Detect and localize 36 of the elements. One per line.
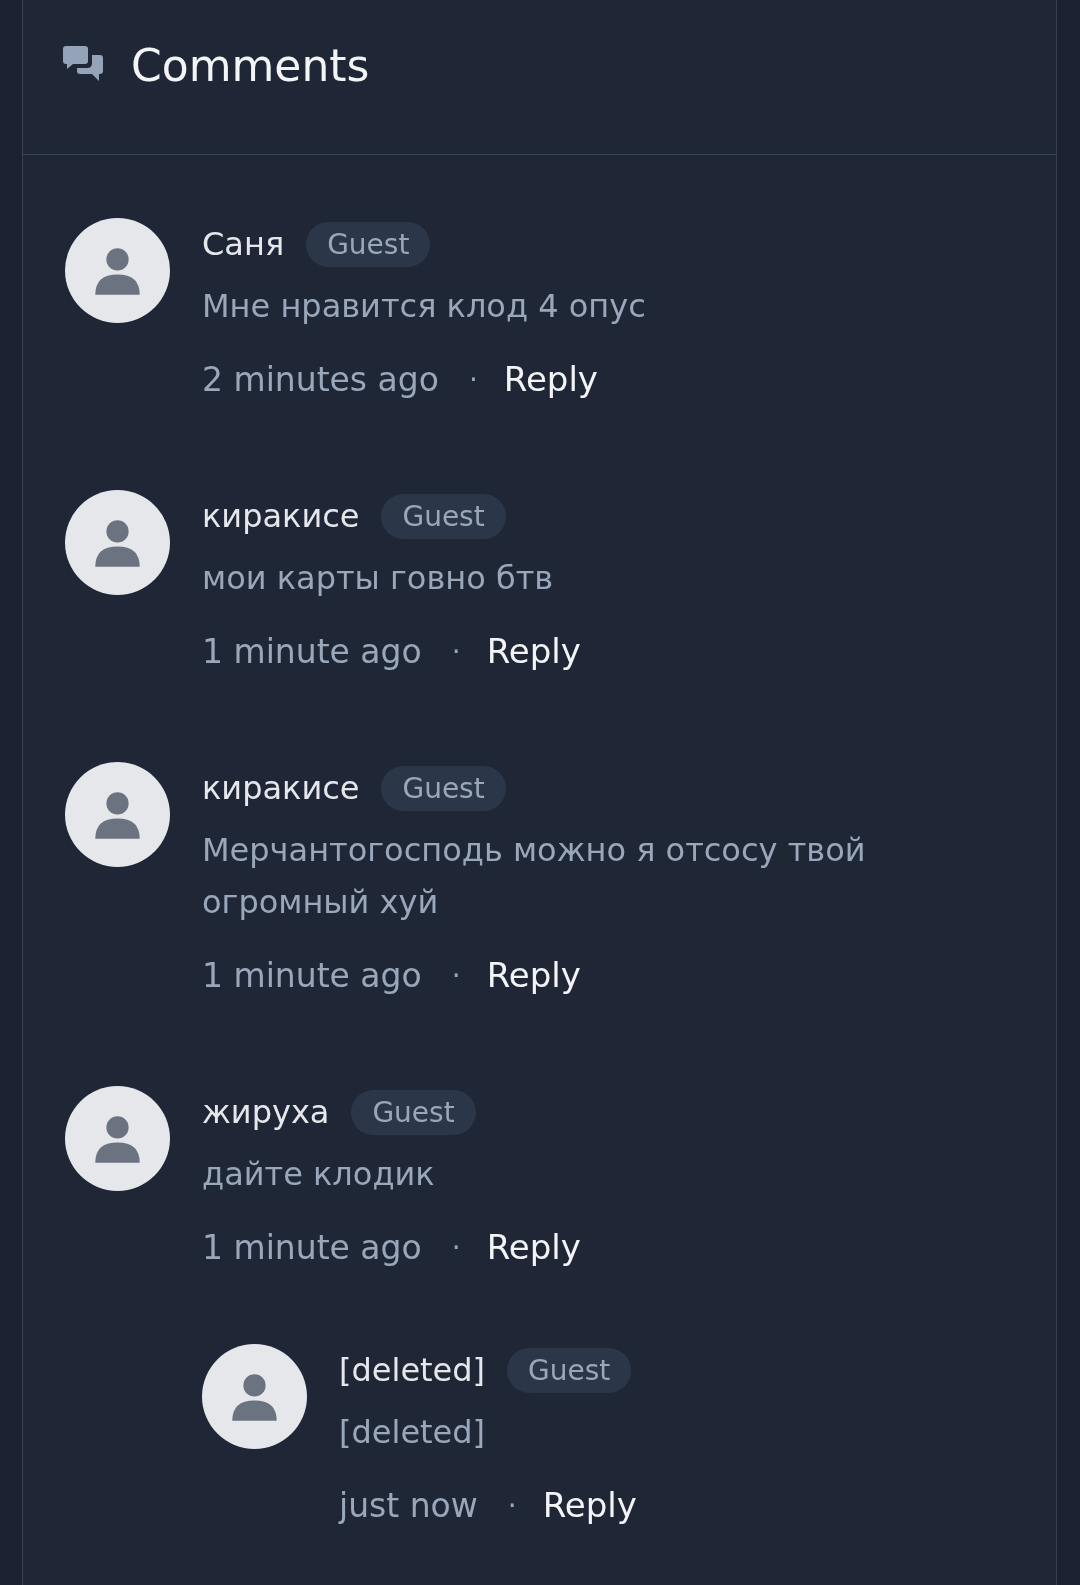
reply-button[interactable]: Reply xyxy=(486,1227,581,1267)
avatar-icon xyxy=(202,1344,307,1449)
separator-dot: · xyxy=(451,958,461,992)
comment-text: дайте клодик xyxy=(202,1154,436,1195)
separator-dot: · xyxy=(468,362,478,396)
avatar-icon xyxy=(65,218,170,323)
reply-button[interactable]: Reply xyxy=(486,955,581,995)
timestamp: 1 minute ago xyxy=(202,631,422,671)
author-name: [deleted] xyxy=(339,1351,486,1389)
author-name: киракисе xyxy=(202,769,360,807)
author-name: Саня xyxy=(202,225,285,263)
reply-button[interactable]: Reply xyxy=(542,1485,637,1525)
author-name: киракисе xyxy=(202,497,360,535)
separator-dot: · xyxy=(451,634,461,668)
avatar-icon xyxy=(65,490,170,595)
timestamp: 1 minute ago xyxy=(202,955,422,995)
avatar-icon xyxy=(65,762,170,867)
guest-badge: Guest xyxy=(381,493,506,539)
comment-text: Мне нравится клод 4 опус xyxy=(202,286,646,327)
separator-dot: · xyxy=(507,1488,517,1522)
section-title: Comments xyxy=(131,39,370,91)
separator-dot: · xyxy=(451,1230,461,1264)
reply-button[interactable]: Reply xyxy=(486,631,581,671)
guest-badge: Guest xyxy=(507,1347,632,1393)
comment-text: [deleted] xyxy=(339,1412,487,1453)
timestamp: just now xyxy=(339,1485,478,1525)
reply-button[interactable]: Reply xyxy=(503,359,598,399)
author-name: жируха xyxy=(202,1093,330,1131)
guest-badge: Guest xyxy=(306,221,431,267)
comment-text: Мерчантогосподь можно я отсосу твой огромный хуй xyxy=(202,830,867,923)
comment-text: мои карты говно бтв xyxy=(202,558,555,599)
avatar-icon xyxy=(65,1086,170,1191)
guest-badge: Guest xyxy=(351,1089,476,1135)
guest-badge: Guest xyxy=(381,765,506,811)
timestamp: 1 minute ago xyxy=(202,1227,422,1267)
timestamp: 2 minutes ago xyxy=(202,359,439,399)
